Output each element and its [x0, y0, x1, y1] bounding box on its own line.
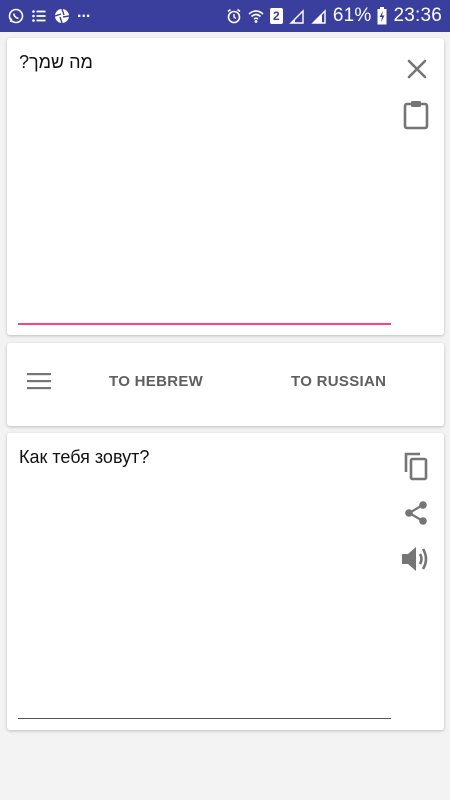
alarm-icon	[226, 8, 242, 24]
result-text-field[interactable]: Как тебя зовут?	[19, 447, 389, 468]
result-card: Как тебя зовут?	[7, 433, 444, 730]
speaker-icon	[402, 547, 428, 571]
source-text-input[interactable]: מה שמך?	[19, 52, 389, 73]
battery-percent: 61%	[332, 5, 372, 26]
battery-charging-icon	[377, 7, 387, 25]
language-toolbar: TO HEBREW TO RUSSIAN	[7, 343, 444, 426]
clear-button[interactable]	[399, 51, 435, 87]
aperture-icon	[54, 8, 70, 24]
sim-slot-number: 2	[272, 9, 280, 23]
copy-icon	[404, 452, 428, 481]
to-hebrew-button[interactable]: TO HEBREW	[109, 373, 203, 390]
share-button[interactable]	[398, 495, 434, 531]
clock-time: 23:36	[393, 5, 442, 26]
more-notifications: ...	[77, 4, 91, 21]
paste-button[interactable]	[398, 97, 434, 133]
copy-button[interactable]	[398, 448, 434, 484]
result-input-underline	[18, 718, 391, 719]
speak-button[interactable]	[398, 541, 434, 577]
share-icon	[405, 501, 427, 525]
source-input-underline	[18, 323, 391, 325]
signal-icon-2	[311, 8, 327, 24]
whatsapp-icon	[8, 8, 24, 24]
result-text: Как тебя зовут?	[19, 447, 150, 467]
sim-slot-badge: 2	[269, 8, 283, 24]
source-text: מה שמך?	[19, 52, 93, 72]
wifi-icon	[248, 8, 264, 24]
menu-button[interactable]	[21, 363, 57, 399]
status-bar: ... 2 61% 23:36	[0, 0, 450, 32]
to-russian-button[interactable]: TO RUSSIAN	[291, 373, 386, 390]
list-notification-icon	[31, 8, 47, 24]
close-icon	[407, 59, 427, 79]
clipboard-icon	[403, 101, 429, 130]
signal-icon-1	[289, 8, 305, 24]
source-card: מה שמך?	[7, 38, 444, 335]
hamburger-menu-icon	[27, 373, 51, 390]
